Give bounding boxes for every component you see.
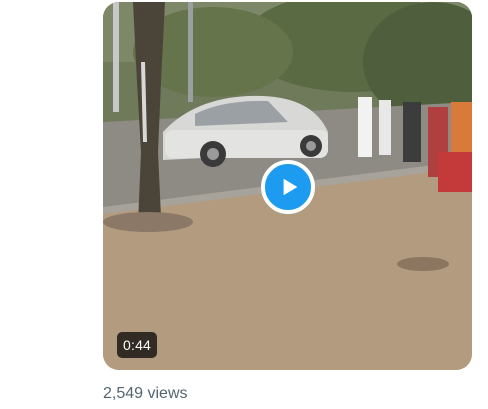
video-player[interactable]: 0:44 [103,2,472,370]
video-duration-badge: 0:44 [117,332,158,358]
tweet-page: 0:44 2,549 views [0,0,488,409]
play-icon [283,178,297,196]
view-count: 2,549 views [103,385,188,402]
play-button[interactable] [261,160,315,214]
